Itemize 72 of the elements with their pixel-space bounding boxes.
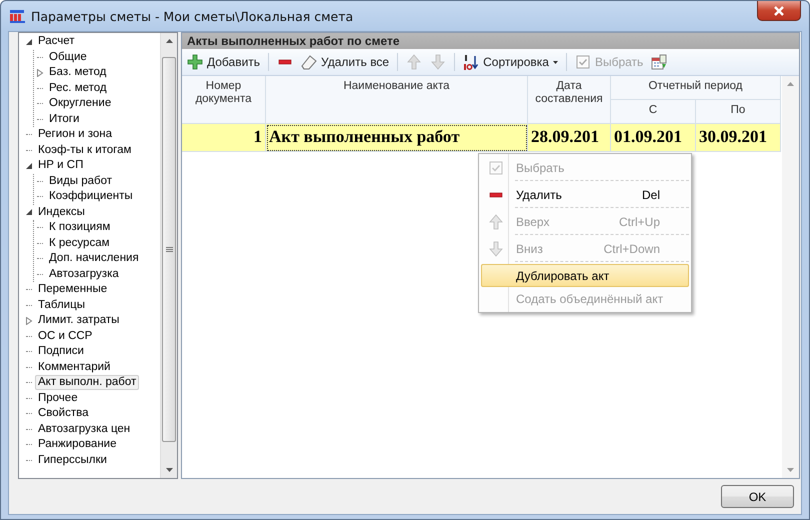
column-header: По xyxy=(696,100,781,124)
calendar-export-icon xyxy=(651,54,668,70)
expand-arrow-icon[interactable] xyxy=(25,316,33,325)
sort-icon xyxy=(463,54,480,70)
delete-all-button[interactable]: Удалить все xyxy=(298,51,392,73)
tree-item[interactable]: Переменные xyxy=(35,282,110,298)
collapse-arrow-icon[interactable] xyxy=(25,38,33,46)
tree-item[interactable]: Комментарий xyxy=(35,360,114,375)
down-arrow-icon xyxy=(430,54,446,70)
tree-item[interactable]: Итоги xyxy=(46,112,82,127)
menu-item[interactable]: Удалить Del xyxy=(481,183,689,206)
tree-item[interactable]: Коэффициенты xyxy=(46,189,136,204)
tree-item[interactable]: Доп. начисления xyxy=(46,251,142,266)
tree-item[interactable]: Свойства xyxy=(35,406,92,422)
up-arrow-icon xyxy=(406,54,422,70)
column-header: Отчетный период xyxy=(611,76,781,100)
expand-arrow-icon[interactable] xyxy=(36,68,44,77)
app-icon xyxy=(9,8,25,24)
plus-icon xyxy=(187,54,203,70)
table-cell[interactable]: 30.09.201 xyxy=(696,124,781,152)
tree-item[interactable]: Автозагрузка xyxy=(46,266,122,282)
tree-item[interactable]: К позициям xyxy=(46,220,114,236)
tree-item[interactable]: Ранжирование xyxy=(35,437,120,452)
collapse-arrow-icon[interactable] xyxy=(25,208,33,216)
tree-item[interactable]: Регион и зона xyxy=(35,127,116,142)
tree-item[interactable]: Округление xyxy=(46,96,114,112)
checkbox-icon xyxy=(488,160,504,176)
collapse-arrow-icon[interactable] xyxy=(25,162,33,170)
scroll-up-icon xyxy=(166,39,172,43)
table-cell[interactable]: Акт выполненных работ xyxy=(266,124,528,152)
up-arrow-icon xyxy=(488,214,504,230)
column-header: Наименование акта xyxy=(266,76,528,124)
tree-item[interactable]: Рес. метод xyxy=(46,80,110,96)
tree-item[interactable]: Индексы xyxy=(35,204,88,220)
scrollbar-thumb[interactable] xyxy=(162,57,176,442)
tree-item[interactable]: ОС и ССР xyxy=(35,328,96,344)
tree-item[interactable]: Расчет xyxy=(35,34,78,50)
tree-item[interactable]: НР и СП xyxy=(35,158,86,174)
tree-item[interactable]: Таблицы xyxy=(35,298,88,313)
panel-title: Акты выполненных работ по смете xyxy=(182,33,799,49)
tree-item[interactable]: Прочее xyxy=(35,390,81,406)
column-header: Дата составления xyxy=(528,76,611,124)
table-cell[interactable]: 1 xyxy=(182,124,266,152)
close-button[interactable] xyxy=(757,1,801,21)
tree-item[interactable]: Виды работ xyxy=(46,174,116,189)
window-title: Параметры сметы - Мои сметы\Локальная смета xyxy=(31,8,354,24)
tree-item[interactable]: Гиперссылки xyxy=(35,452,110,468)
tree-item[interactable]: Баз. метод xyxy=(46,65,110,80)
table-cell[interactable]: 01.09.201 xyxy=(611,124,696,152)
scroll-down-icon xyxy=(166,468,172,472)
tree-item[interactable]: Лимит. затраты xyxy=(35,313,122,328)
close-icon xyxy=(773,4,785,16)
scroll-up-icon xyxy=(787,82,794,86)
column-header: Номер документа xyxy=(182,76,266,124)
menu-item[interactable]: Дублировать акт xyxy=(481,264,689,287)
ok-button[interactable]: OK xyxy=(721,485,794,508)
down-arrow-icon xyxy=(488,240,504,256)
table-cell[interactable]: 28.09.201 xyxy=(528,124,611,152)
column-header: С xyxy=(611,100,696,124)
tree-item[interactable]: Коэф-ты к итогам xyxy=(35,142,134,158)
checkbox-icon xyxy=(574,54,591,70)
scroll-down-icon xyxy=(787,468,794,472)
tree-item[interactable]: Автозагрузка цен xyxy=(35,422,134,437)
eraser-icon xyxy=(301,54,318,70)
grip-icon xyxy=(166,247,172,252)
tree-item[interactable]: Общие xyxy=(46,50,90,65)
sort-button[interactable]: Сортировка xyxy=(460,51,561,73)
tree-item[interactable]: Подписи xyxy=(35,344,87,360)
caret-icon xyxy=(552,60,558,64)
add-button[interactable]: Добавить xyxy=(184,51,264,73)
tree-item[interactable]: К ресурсам xyxy=(46,236,113,251)
tree-item[interactable]: Акт выполн. работ xyxy=(35,375,140,390)
